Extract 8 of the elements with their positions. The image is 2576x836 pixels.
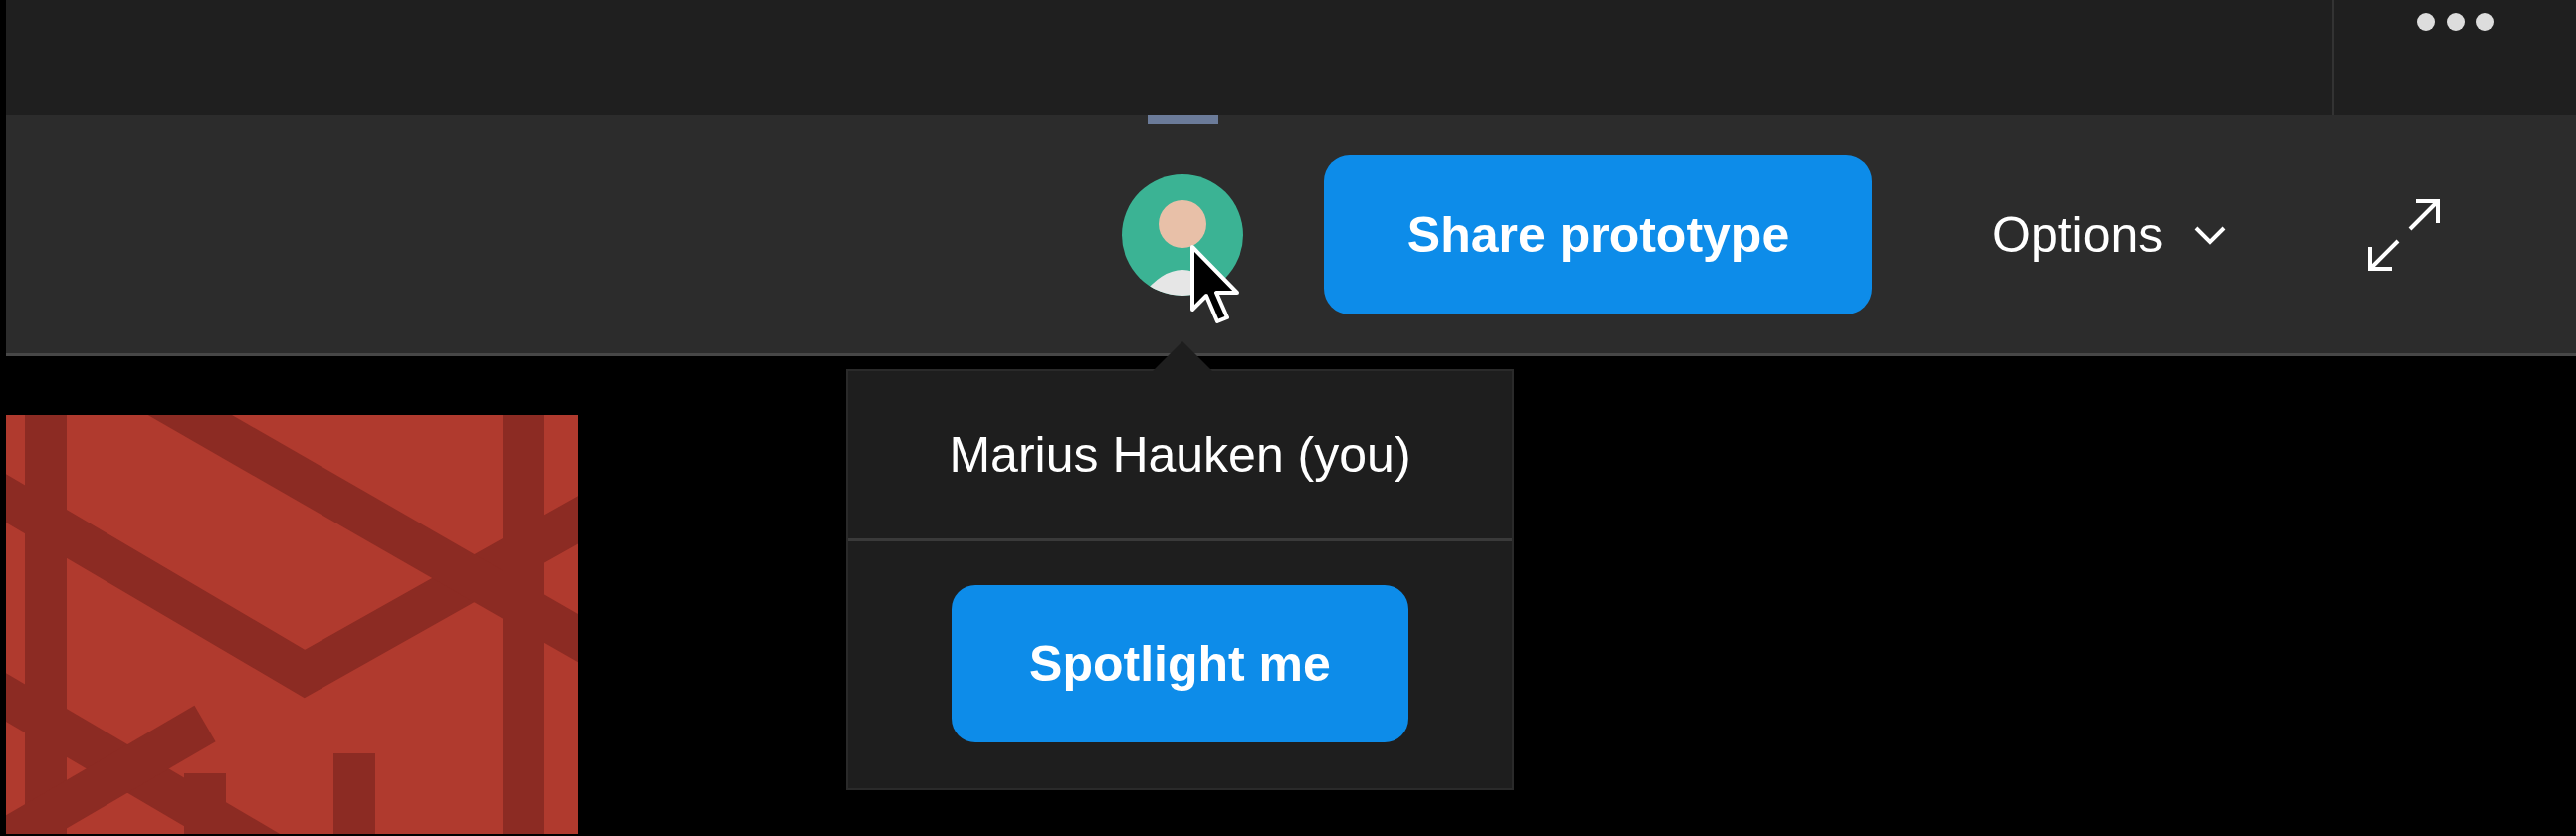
expand-icon[interactable] bbox=[2366, 196, 2443, 273]
user-name: Marius Hauken (you) bbox=[949, 426, 1411, 485]
share-prototype-button[interactable]: Share prototype bbox=[1324, 154, 1872, 314]
more-icon[interactable] bbox=[2415, 12, 2495, 32]
spotlight-me-button[interactable]: Spotlight me bbox=[952, 585, 1408, 742]
active-indicator bbox=[1148, 115, 1218, 124]
options-dropdown[interactable]: Options bbox=[1992, 205, 2228, 264]
chevron-down-icon bbox=[2193, 224, 2228, 245]
